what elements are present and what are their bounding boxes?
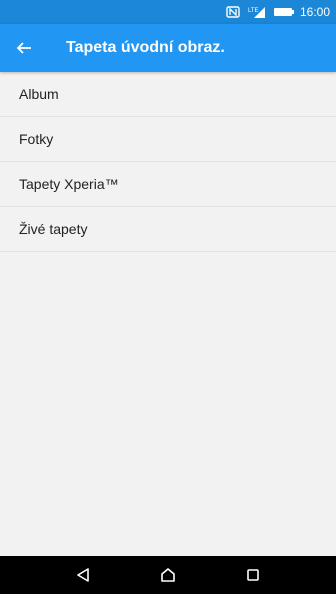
status-bar: LTE 16:00 bbox=[0, 0, 336, 24]
back-arrow-icon[interactable] bbox=[0, 24, 48, 72]
list-item-xperia-wallpapers[interactable]: Tapety Xperia™ bbox=[0, 162, 336, 207]
list-item-label: Album bbox=[19, 86, 59, 102]
signal-icon: LTE bbox=[248, 6, 266, 18]
list-item-label: Tapety Xperia™ bbox=[19, 176, 119, 192]
list-item-label: Živé tapety bbox=[19, 221, 88, 237]
page-title: Tapeta úvodní obraz. bbox=[66, 39, 225, 56]
svg-text:LTE: LTE bbox=[248, 8, 259, 14]
battery-icon bbox=[273, 7, 294, 17]
nfc-icon bbox=[226, 6, 240, 18]
list-item-live-wallpapers[interactable]: Živé tapety bbox=[0, 207, 336, 252]
home-nav-icon[interactable] bbox=[146, 556, 190, 594]
clock: 16:00 bbox=[299, 5, 330, 19]
list-item-album[interactable]: Album bbox=[0, 72, 336, 117]
recents-nav-icon[interactable] bbox=[231, 556, 275, 594]
list-item-photos[interactable]: Fotky bbox=[0, 117, 336, 162]
list-item-label: Fotky bbox=[19, 131, 54, 147]
wallpaper-source-list: Album Fotky Tapety Xperia™ Živé tapety bbox=[0, 72, 336, 252]
app-bar: Tapeta úvodní obraz. bbox=[0, 24, 336, 72]
back-nav-icon[interactable] bbox=[61, 556, 105, 594]
navigation-bar bbox=[0, 556, 336, 594]
